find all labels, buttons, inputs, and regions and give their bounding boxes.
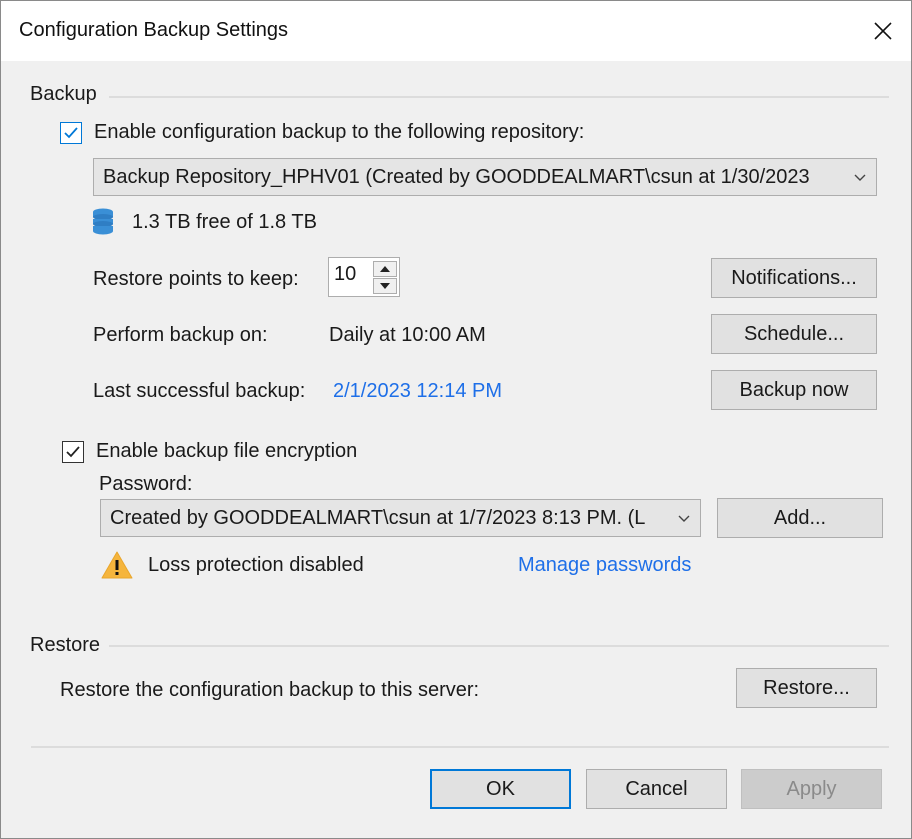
backup-now-button[interactable]: Backup now: [711, 370, 877, 410]
configuration-backup-dialog: Configuration Backup Settings Backup Ena…: [0, 0, 912, 839]
database-icon: [93, 208, 113, 235]
perform-backup-value: Daily at 10:00 AM: [329, 324, 486, 346]
backup-group-label: Backup: [30, 83, 97, 105]
perform-backup-label: Perform backup on:: [93, 324, 268, 346]
manage-passwords-link[interactable]: Manage passwords: [518, 554, 691, 577]
stepper-down-button[interactable]: [373, 278, 397, 294]
restore-points-label: Restore points to keep:: [93, 268, 299, 290]
triangle-down-icon: [380, 283, 390, 289]
storage-free-text: 1.3 TB free of 1.8 TB: [132, 211, 317, 233]
enable-encryption-label[interactable]: Enable backup file encryption: [96, 440, 357, 463]
backup-group-divider: [109, 96, 889, 98]
checkmark-icon: [64, 127, 78, 139]
footer-divider: [31, 746, 889, 748]
last-backup-label: Last successful backup:: [93, 380, 306, 402]
repository-selected-value: Backup Repository_HPHV01 (Created by GOO…: [103, 165, 810, 188]
restore-button[interactable]: Restore...: [736, 668, 877, 708]
close-icon: [874, 22, 892, 40]
enable-backup-checkbox[interactable]: [60, 122, 82, 144]
password-dropdown[interactable]: Created by GOODDEALMART\csun at 1/7/2023…: [100, 499, 701, 537]
cancel-button[interactable]: Cancel: [586, 769, 727, 809]
restore-label: Restore the configuration backup to this…: [60, 679, 480, 701]
close-button[interactable]: [855, 1, 911, 61]
restore-group-divider: [109, 645, 889, 647]
last-backup-link[interactable]: 2/1/2023 12:14 PM: [333, 380, 502, 403]
enable-backup-label[interactable]: Enable configuration backup to the follo…: [94, 121, 584, 144]
repository-dropdown[interactable]: Backup Repository_HPHV01 (Created by GOO…: [93, 158, 877, 196]
notifications-button[interactable]: Notifications...: [711, 258, 877, 298]
stepper-up-button[interactable]: [373, 261, 397, 277]
apply-button[interactable]: Apply: [741, 769, 882, 809]
chevron-down-icon: [678, 515, 690, 522]
schedule-button[interactable]: Schedule...: [711, 314, 877, 354]
warning-text: Loss protection disabled: [148, 554, 364, 576]
chevron-down-icon: [854, 174, 866, 181]
warning-icon: [101, 551, 133, 579]
restore-group-label: Restore: [30, 634, 101, 656]
title-bar: Configuration Backup Settings: [1, 1, 911, 61]
ok-button[interactable]: OK: [430, 769, 571, 809]
checkmark-icon: [66, 446, 80, 458]
dialog-title: Configuration Backup Settings: [19, 19, 289, 41]
add-password-button[interactable]: Add...: [717, 498, 883, 538]
password-label: Password:: [99, 473, 193, 495]
enable-encryption-checkbox[interactable]: [62, 441, 84, 463]
triangle-up-icon: [380, 266, 390, 272]
password-selected-value: Created by GOODDEALMART\csun at 1/7/2023…: [110, 506, 646, 529]
restore-points-value[interactable]: 10: [334, 263, 356, 286]
restore-points-stepper[interactable]: 10: [328, 257, 400, 297]
